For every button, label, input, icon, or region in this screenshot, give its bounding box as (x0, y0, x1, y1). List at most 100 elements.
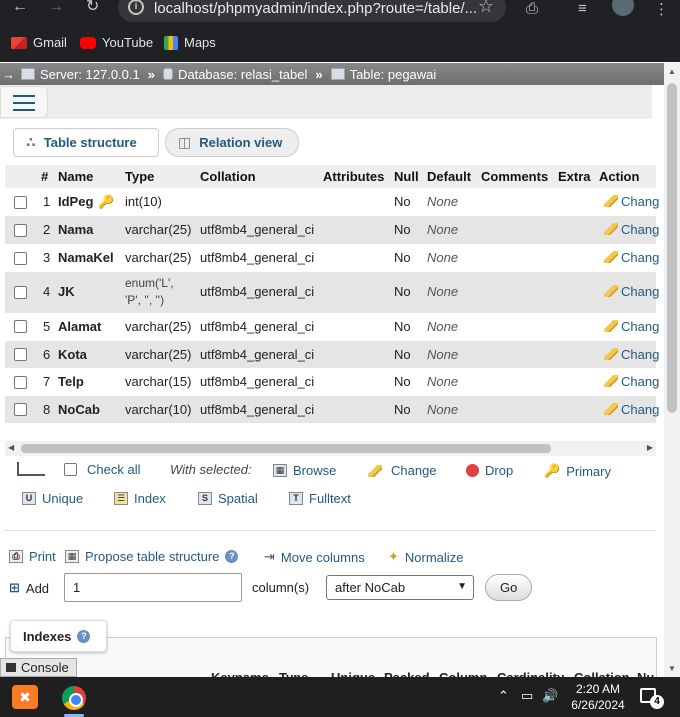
column-header-null[interactable]: Null (394, 169, 419, 184)
column-position-select[interactable]: after NoCab ▼ (326, 575, 474, 600)
chrome-icon[interactable] (62, 686, 86, 710)
site-info-icon[interactable]: i (128, 0, 144, 15)
row-checkbox[interactable] (14, 286, 27, 299)
table-row: 6 Kota varchar(25) utf8mb4_general_ci No… (5, 341, 659, 368)
change-button[interactable]: Change (368, 463, 437, 478)
bookmark-gmail[interactable]: Gmail (11, 35, 67, 50)
menu-icon[interactable]: ⋮ (654, 0, 669, 18)
breadcrumb-database[interactable]: Database: relasi_tabel (162, 67, 307, 82)
forward-icon[interactable]: → (48, 0, 64, 15)
row-collation: utf8mb4_general_ci (200, 319, 315, 334)
bookmark-star-icon[interactable]: ☆ (478, 0, 494, 17)
browse-button[interactable]: ▦ Browse (273, 463, 336, 478)
column-header-type[interactable]: Type (125, 169, 154, 184)
move-columns-link[interactable]: ⇥ Move columns (264, 549, 365, 565)
column-header-attributes[interactable]: Attributes (323, 169, 384, 184)
tray-chevron-icon[interactable]: ⌃ (498, 688, 509, 704)
row-change-link[interactable]: Chang (604, 347, 659, 362)
row-checkbox[interactable] (14, 403, 27, 416)
back-icon[interactable]: ← (12, 0, 28, 15)
collapse-arrow-icon[interactable]: → (2, 67, 15, 82)
profile-avatar[interactable] (612, 0, 634, 16)
propose-structure-link[interactable]: ▦ Propose table structure? (65, 549, 239, 564)
check-all-label[interactable]: Check all (87, 462, 140, 477)
scroll-thumb[interactable] (667, 83, 677, 413)
row-change-link[interactable]: Chang (604, 284, 659, 299)
row-change-link[interactable]: Chang (604, 222, 659, 237)
maps-icon (164, 35, 178, 50)
notifications-icon[interactable]: 4 (640, 688, 664, 709)
column-header-number[interactable]: # (41, 169, 48, 184)
bookmark-maps[interactable]: Maps (164, 35, 216, 50)
move-icon: ⇥ (264, 549, 275, 564)
scroll-thumb[interactable] (21, 444, 551, 453)
extensions-icon[interactable]: ⎙ (526, 0, 538, 17)
row-checkbox[interactable] (14, 252, 27, 265)
check-all-checkbox[interactable] (64, 463, 77, 476)
breadcrumb-table[interactable]: Table: pegawai (330, 67, 436, 82)
normalize-link[interactable]: ✦ Normalize (388, 549, 463, 565)
scroll-left-icon[interactable]: ◀ (8, 443, 14, 452)
unique-label: Unique (42, 491, 84, 506)
xampp-icon[interactable]: ✖ (12, 685, 38, 709)
breadcrumb-server[interactable]: Server: 127.0.0.1 (21, 67, 140, 82)
row-change-link[interactable]: Chang (604, 194, 659, 209)
help-icon[interactable]: ? (77, 629, 91, 643)
page-scrollbar[interactable]: ▲ ▼ (664, 63, 680, 677)
bookmark-youtube[interactable]: YouTube (80, 35, 153, 50)
server-icon (21, 68, 35, 80)
unique-button[interactable]: U Unique (22, 491, 83, 506)
print-link[interactable]: ⎙ Print (9, 549, 56, 564)
row-checkbox[interactable] (14, 348, 27, 361)
tab-table-structure[interactable]: ∴ Table structure (13, 128, 159, 157)
change-label: Chang (621, 250, 660, 265)
spatial-icon: S (198, 492, 212, 505)
row-type: varchar(15) (125, 374, 192, 389)
fulltext-button[interactable]: T Fulltext (289, 491, 351, 506)
column-header-name[interactable]: Name (58, 169, 93, 184)
column-header-collation[interactable]: Collation (200, 169, 256, 184)
pencil-icon (604, 403, 618, 415)
battery-icon[interactable]: ▭ (521, 688, 533, 704)
volume-icon[interactable]: 🔊 (542, 688, 558, 704)
row-change-link[interactable]: Chang (604, 374, 659, 389)
reading-list-icon[interactable]: ≡ (578, 0, 587, 17)
breadcrumb-separator: » (315, 66, 323, 82)
drop-button[interactable]: Drop (466, 463, 513, 478)
browser-toolbar: ← → ↻ i localhost/phpmyadmin/index.php?r… (0, 0, 680, 24)
row-checkbox[interactable] (14, 320, 27, 333)
column-header-default[interactable]: Default (427, 169, 471, 184)
reload-icon[interactable]: ↻ (86, 0, 99, 15)
row-change-link[interactable]: Chang (604, 319, 659, 334)
row-checkbox[interactable] (14, 196, 27, 209)
column-header-action[interactable]: Action (599, 169, 639, 184)
go-button[interactable]: Go (485, 574, 533, 601)
unique-icon: U (22, 492, 36, 505)
row-checkbox[interactable] (14, 376, 27, 389)
row-change-link[interactable]: Chang (604, 402, 659, 417)
clock[interactable]: 2:20 AM 6/26/2024 (566, 681, 630, 713)
column-header-extra[interactable]: Extra (558, 169, 591, 184)
scroll-down-icon[interactable]: ▼ (668, 664, 676, 673)
spatial-button[interactable]: S Spatial (198, 491, 258, 506)
table-horizontal-scrollbar[interactable]: ◀ ▶ (5, 441, 656, 456)
structure-icon: ∴ (26, 134, 36, 150)
pencil-icon (604, 348, 618, 360)
youtube-icon (80, 36, 96, 49)
tab-relation-view[interactable]: ◫ Relation view (165, 128, 299, 157)
row-number: 5 (43, 319, 51, 334)
console-toggle[interactable]: Console (0, 658, 77, 677)
column-header-comments[interactable]: Comments (481, 169, 548, 184)
row-checkbox[interactable] (14, 224, 27, 237)
help-icon[interactable]: ? (225, 550, 239, 563)
primary-button[interactable]: 🔑 Primary (544, 463, 611, 479)
row-change-link[interactable]: Chang (604, 250, 659, 265)
scroll-up-icon[interactable]: ▲ (668, 67, 676, 76)
scroll-right-icon[interactable]: ▶ (647, 443, 653, 452)
pencil-icon (604, 285, 618, 297)
change-label: Chang (621, 284, 660, 299)
address-bar[interactable]: i localhost/phpmyadmin/index.php?route=/… (118, 0, 506, 22)
add-columns-count-input[interactable]: 1 (64, 573, 242, 602)
index-button[interactable]: ☰ Index (114, 491, 166, 506)
hamburger-menu-button[interactable] (0, 86, 48, 118)
